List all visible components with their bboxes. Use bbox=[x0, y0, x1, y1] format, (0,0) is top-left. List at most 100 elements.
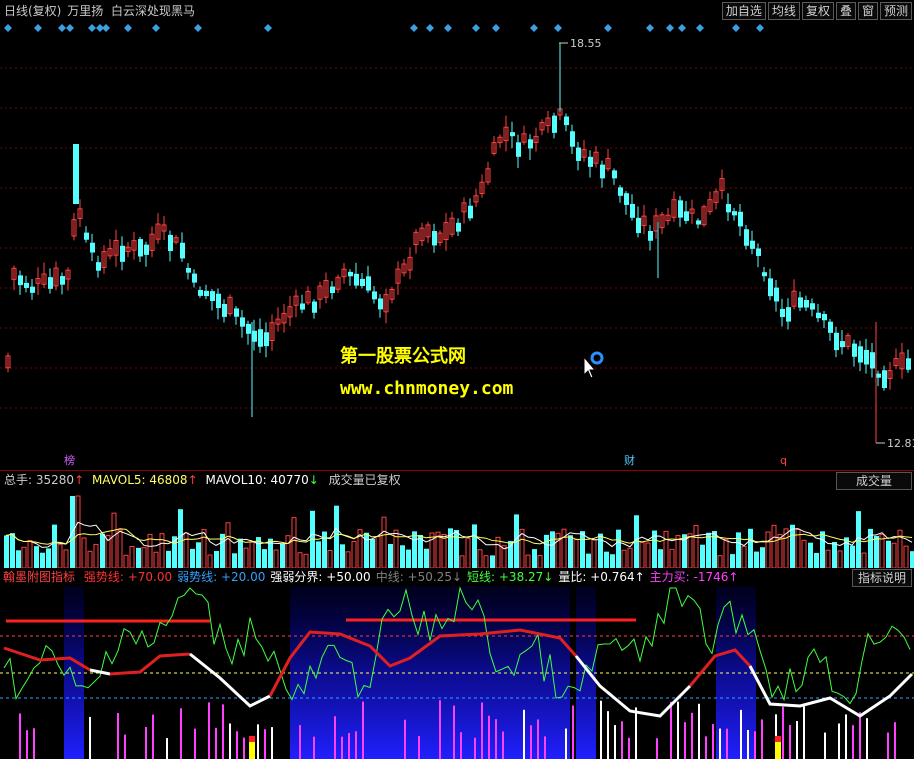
volume-bar bbox=[424, 548, 429, 568]
add-watchlist-button[interactable]: 加自选 bbox=[721, 2, 766, 20]
candle-body bbox=[84, 232, 89, 240]
volume-bar bbox=[591, 539, 597, 568]
candle-body bbox=[612, 170, 617, 179]
candle-body bbox=[774, 287, 779, 302]
candle-body bbox=[780, 308, 785, 318]
volume-bar bbox=[136, 547, 141, 568]
candle-body bbox=[90, 242, 95, 253]
volume-bar bbox=[316, 541, 321, 568]
candle-body bbox=[798, 297, 803, 308]
period-label[interactable]: 日线(复权) bbox=[4, 4, 61, 18]
signal-diamond-icon bbox=[696, 24, 704, 32]
volume-bar bbox=[303, 553, 309, 568]
candle-body bbox=[168, 234, 173, 252]
indicator-chart[interactable] bbox=[0, 586, 914, 759]
volume-chart[interactable] bbox=[0, 488, 914, 568]
volume-bar bbox=[508, 540, 513, 568]
volume-bar bbox=[459, 555, 465, 568]
overlay-button[interactable]: 叠 bbox=[835, 2, 856, 20]
candle-body bbox=[588, 156, 593, 167]
volume-bar bbox=[46, 548, 51, 568]
candle-body bbox=[366, 276, 371, 291]
volume-bar bbox=[765, 531, 771, 568]
signal-diamond-icon bbox=[426, 24, 434, 32]
candle-body bbox=[744, 229, 749, 246]
indicator-help-button[interactable]: 指标说明 bbox=[851, 569, 912, 587]
volume-bar bbox=[717, 555, 723, 568]
mavol10-arrow: ↓ bbox=[308, 473, 319, 487]
adjust-price-button[interactable]: 复权 bbox=[801, 2, 834, 20]
candle-body bbox=[300, 303, 305, 310]
volume-bar bbox=[381, 516, 387, 568]
volume-bar bbox=[736, 532, 741, 568]
volume-bar bbox=[196, 542, 201, 568]
candle-body bbox=[816, 312, 821, 319]
candle-body bbox=[378, 298, 383, 310]
candle-body bbox=[73, 144, 79, 204]
bang-marker[interactable]: 榜 bbox=[64, 453, 75, 467]
volume-bar bbox=[388, 543, 393, 568]
indicator-item-2: 强弱分界: +50.00 bbox=[270, 570, 371, 584]
candle-body bbox=[216, 293, 221, 309]
loading-cursor-icon bbox=[590, 351, 604, 365]
total-volume-arrow: ↑ bbox=[74, 473, 85, 487]
q-marker[interactable]: q bbox=[780, 454, 787, 467]
candle-body bbox=[864, 349, 869, 365]
volume-bar bbox=[10, 533, 15, 568]
candle-body bbox=[210, 291, 215, 301]
indicator-stats: 翰墨附图指标 强势线: +70.00 弱势线: +20.00 强弱分界: +50.0… bbox=[3, 570, 738, 584]
volume-bar bbox=[621, 549, 627, 568]
volume-bar bbox=[832, 542, 837, 568]
candle-body bbox=[186, 267, 191, 273]
volume-bar bbox=[412, 531, 417, 568]
candle-body bbox=[60, 276, 65, 285]
moving-average-button[interactable]: 均线 bbox=[767, 2, 800, 20]
indicator-items: 强势线: +70.00 弱势线: +20.00 强弱分界: +50.00 中线: +5… bbox=[79, 570, 739, 584]
forecast-button[interactable]: 预测 bbox=[879, 2, 912, 20]
window-button[interactable]: 窗 bbox=[857, 2, 878, 20]
volume-bar bbox=[111, 512, 117, 568]
volume-bar bbox=[141, 547, 147, 568]
signal-bar bbox=[249, 742, 255, 759]
signal-bar bbox=[249, 736, 255, 742]
volume-bar bbox=[741, 545, 747, 568]
volume-bar bbox=[249, 541, 255, 568]
candle-body bbox=[510, 132, 515, 137]
volume-bar bbox=[297, 552, 303, 568]
signal-diamond-icon bbox=[66, 24, 74, 32]
cai-marker[interactable]: 财 bbox=[624, 453, 635, 467]
candle-body bbox=[762, 272, 767, 277]
volume-bar bbox=[225, 522, 231, 568]
signal-diamond-icon bbox=[102, 24, 110, 32]
volume-bar bbox=[771, 524, 777, 568]
candle-body bbox=[804, 300, 809, 308]
volume-bar bbox=[243, 547, 249, 568]
volume-bar bbox=[525, 554, 531, 568]
mavol10-value: 40770 bbox=[270, 473, 309, 487]
candle-body bbox=[528, 139, 533, 149]
candle-body bbox=[120, 245, 125, 262]
candle-body bbox=[360, 278, 365, 287]
volume-bar bbox=[760, 547, 765, 568]
volume-bar bbox=[801, 539, 807, 568]
title-bar: 日线(复权) 万里扬 白云深处现黑马 加自选 均线 复权 叠 窗 预测 bbox=[0, 0, 914, 22]
volume-bar bbox=[808, 542, 813, 568]
candle-body bbox=[258, 329, 263, 347]
volume-bar bbox=[903, 545, 909, 568]
volume-bar bbox=[675, 535, 681, 568]
volume-bar bbox=[75, 495, 81, 568]
volume-bar bbox=[886, 540, 891, 568]
candle-body bbox=[738, 211, 743, 227]
volume-bar bbox=[616, 529, 621, 568]
volume-bar bbox=[400, 545, 405, 568]
volume-bar bbox=[748, 528, 753, 568]
candle-body bbox=[600, 164, 605, 179]
candlestick-chart[interactable]: 18.55 12.81 榜 财 q bbox=[0, 22, 914, 470]
candle-body bbox=[696, 220, 701, 225]
total-volume-label: 总手: bbox=[4, 473, 33, 487]
signal-diamond-icon bbox=[4, 24, 12, 32]
signal-diamond-icon bbox=[410, 24, 418, 32]
volume-bar bbox=[153, 551, 159, 568]
mavol10-label: MAVOL10: bbox=[205, 473, 267, 487]
volume-bar bbox=[700, 544, 705, 568]
